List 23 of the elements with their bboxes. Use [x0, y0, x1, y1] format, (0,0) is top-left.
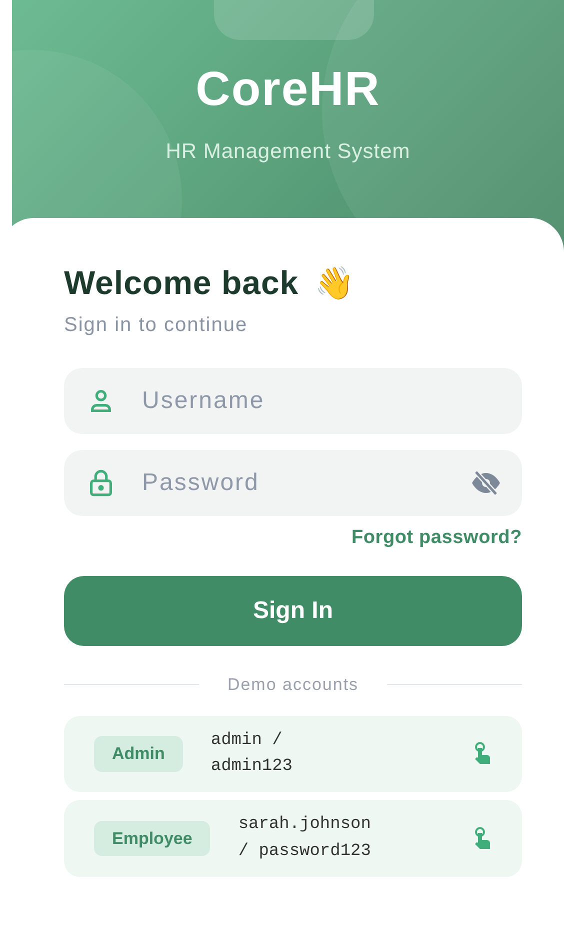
divider-label: Demo accounts [226, 674, 360, 696]
demo-account-card[interactable]: Employee sarah.johnson / password123 [64, 800, 522, 877]
lock-icon [88, 468, 114, 496]
password-input[interactable]: Password [140, 464, 444, 502]
app-title: CoreHR [194, 66, 382, 114]
hide-password-icon[interactable] [470, 470, 502, 496]
welcome-heading: Welcome back [64, 263, 299, 303]
password-field[interactable]: Password [64, 450, 522, 516]
app-subtitle: HR Management System [164, 139, 412, 165]
role-tag: Admin [94, 736, 183, 772]
sign-in-button[interactable]: Sign In [64, 576, 522, 646]
demo-account-card[interactable]: Admin admin / admin123 [64, 716, 522, 792]
role-tag: Employee [94, 820, 210, 856]
user-icon [88, 388, 114, 414]
waving-hand-emoji: 👋 [314, 264, 355, 303]
credentials-text: admin / admin123 [210, 730, 294, 778]
tap-hand-icon[interactable] [472, 826, 492, 851]
username-field[interactable]: Username [64, 368, 522, 434]
sign-in-subtitle: Sign in to continue [64, 312, 249, 338]
credentials-text: sarah.johnson / password123 [238, 814, 372, 863]
username-input[interactable]: Username [140, 382, 502, 420]
tap-hand-icon[interactable] [472, 742, 492, 766]
forgot-password-link[interactable]: Forgot password? [351, 526, 522, 548]
